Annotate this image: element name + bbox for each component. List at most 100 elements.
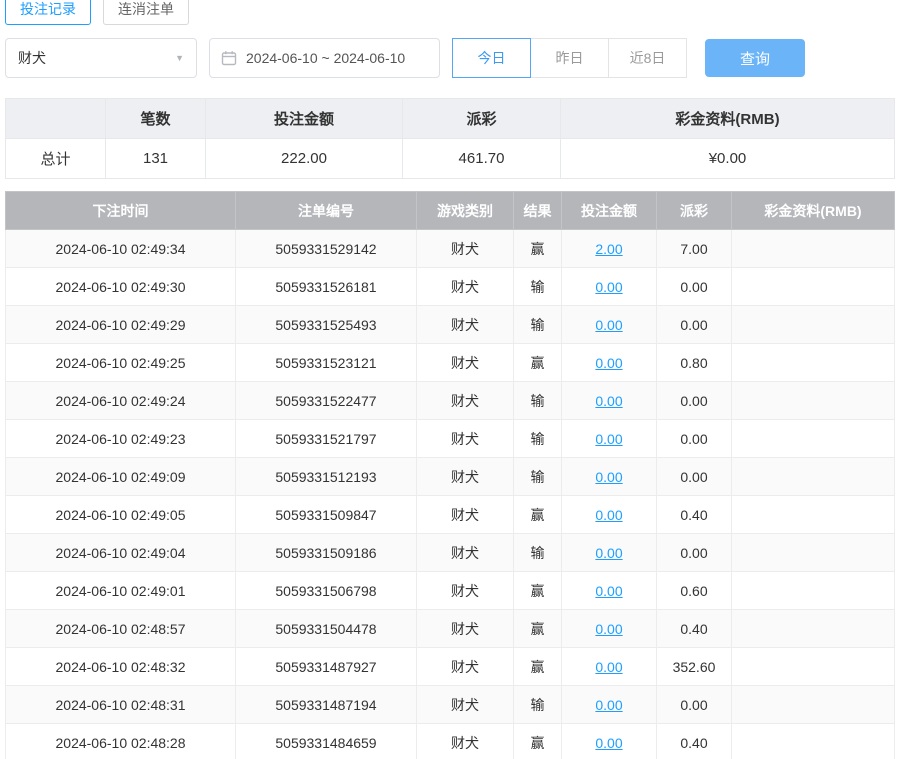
cell-game-type: 财犬 [417, 230, 514, 268]
table-row: 2024-06-10 02:49:34 5059331529142 财犬 赢 2… [6, 230, 895, 268]
cell-result: 输 [514, 382, 562, 420]
cell-bonus [732, 610, 895, 648]
quick-range-today[interactable]: 今日 [452, 38, 531, 78]
filter-bar: 财犬 ▼ 2024-06-10 ~ 2024-06-10 今日 昨日 近8日 查… [5, 38, 895, 78]
quick-range-yesterday[interactable]: 昨日 [530, 38, 609, 78]
cell-bonus [732, 268, 895, 306]
bet-amount-link[interactable]: 0.00 [595, 355, 622, 371]
cell-payout: 0.40 [657, 496, 732, 534]
summary-bet-amount-value: 222.00 [206, 139, 403, 179]
cell-order-number: 5059331525493 [236, 306, 417, 344]
table-row: 2024-06-10 02:49:23 5059331521797 财犬 输 0… [6, 420, 895, 458]
cell-order-number: 5059331509847 [236, 496, 417, 534]
cell-bonus [732, 686, 895, 724]
summary-header-payout: 派彩 [403, 99, 561, 139]
cell-bet-time: 2024-06-10 02:48:32 [6, 648, 236, 686]
cell-order-number: 5059331523121 [236, 344, 417, 382]
cell-bonus [732, 420, 895, 458]
summary-bonus-value: ¥0.00 [561, 139, 895, 179]
header-payout: 派彩 [657, 192, 732, 230]
game-select-value: 财犬 [18, 48, 46, 68]
bet-amount-link[interactable]: 0.00 [595, 431, 622, 447]
tab-betting-records[interactable]: 投注记录 [5, 0, 91, 25]
table-row: 2024-06-10 02:49:09 5059331512193 财犬 输 0… [6, 458, 895, 496]
cell-bet-time: 2024-06-10 02:49:01 [6, 572, 236, 610]
header-bonus: 彩金资料(RMB) [732, 192, 895, 230]
cell-order-number: 5059331522477 [236, 382, 417, 420]
quick-range-last8days[interactable]: 近8日 [608, 38, 687, 78]
cell-bet-time: 2024-06-10 02:49:29 [6, 306, 236, 344]
tab-bar: 投注记录 连消注单 [5, 0, 895, 25]
cell-bonus [732, 458, 895, 496]
cell-game-type: 财犬 [417, 724, 514, 759]
cell-payout: 0.00 [657, 382, 732, 420]
summary-header-bonus: 彩金资料(RMB) [561, 99, 895, 139]
bet-amount-link[interactable]: 0.00 [595, 469, 622, 485]
cell-bet-amount: 0.00 [562, 496, 657, 534]
bet-amount-link[interactable]: 2.00 [595, 241, 622, 257]
cell-bet-time: 2024-06-10 02:49:04 [6, 534, 236, 572]
summary-table: 笔数 投注金额 派彩 彩金资料(RMB) 总计 131 222.00 461.7… [5, 98, 895, 179]
cell-bonus [732, 306, 895, 344]
cell-order-number: 5059331529142 [236, 230, 417, 268]
cell-result: 赢 [514, 230, 562, 268]
summary-total-label: 总计 [6, 139, 106, 179]
table-row: 2024-06-10 02:48:32 5059331487927 财犬 赢 0… [6, 648, 895, 686]
records-header-row: 下注时间 注单编号 游戏类别 结果 投注金额 派彩 彩金资料(RMB) [6, 192, 895, 230]
cell-bet-amount: 0.00 [562, 306, 657, 344]
summary-total-row: 总计 131 222.00 461.70 ¥0.00 [6, 139, 895, 179]
cell-order-number: 5059331504478 [236, 610, 417, 648]
cell-bonus [732, 230, 895, 268]
bet-amount-link[interactable]: 0.00 [595, 317, 622, 333]
cell-order-number: 5059331484659 [236, 724, 417, 759]
bet-amount-link[interactable]: 0.00 [595, 659, 622, 675]
cell-bet-amount: 0.00 [562, 724, 657, 759]
cell-result: 赢 [514, 724, 562, 759]
cell-game-type: 财犬 [417, 306, 514, 344]
records-table: 下注时间 注单编号 游戏类别 结果 投注金额 派彩 彩金资料(RMB) 2024… [5, 191, 895, 759]
cell-result: 赢 [514, 572, 562, 610]
search-button[interactable]: 查询 [705, 39, 805, 77]
cell-bet-time: 2024-06-10 02:48:57 [6, 610, 236, 648]
header-bet-time: 下注时间 [6, 192, 236, 230]
cell-bet-amount: 0.00 [562, 458, 657, 496]
bet-amount-link[interactable]: 0.00 [595, 621, 622, 637]
date-range-value: 2024-06-10 ~ 2024-06-10 [246, 50, 405, 66]
cell-payout: 0.40 [657, 610, 732, 648]
chevron-down-icon: ▼ [175, 53, 184, 63]
table-row: 2024-06-10 02:49:29 5059331525493 财犬 输 0… [6, 306, 895, 344]
cell-game-type: 财犬 [417, 610, 514, 648]
cell-result: 输 [514, 458, 562, 496]
bet-amount-link[interactable]: 0.00 [595, 507, 622, 523]
cell-game-type: 财犬 [417, 420, 514, 458]
summary-payout-value: 461.70 [403, 139, 561, 179]
bet-amount-link[interactable]: 0.00 [595, 697, 622, 713]
cell-bet-amount: 2.00 [562, 230, 657, 268]
cell-bonus [732, 724, 895, 759]
table-row: 2024-06-10 02:49:01 5059331506798 财犬 赢 0… [6, 572, 895, 610]
cell-payout: 0.00 [657, 420, 732, 458]
cell-game-type: 财犬 [417, 382, 514, 420]
tab-cancelled-orders[interactable]: 连消注单 [103, 0, 189, 25]
cell-result: 输 [514, 686, 562, 724]
cell-bonus [732, 572, 895, 610]
bet-amount-link[interactable]: 0.00 [595, 735, 622, 751]
bet-amount-link[interactable]: 0.00 [595, 583, 622, 599]
cell-payout: 7.00 [657, 230, 732, 268]
table-row: 2024-06-10 02:48:57 5059331504478 财犬 赢 0… [6, 610, 895, 648]
date-range-picker[interactable]: 2024-06-10 ~ 2024-06-10 [209, 38, 440, 78]
summary-header-count: 笔数 [106, 99, 206, 139]
summary-header-bet-amount: 投注金额 [206, 99, 403, 139]
quick-range-group: 今日 昨日 近8日 [452, 38, 687, 78]
cell-order-number: 5059331487194 [236, 686, 417, 724]
cell-game-type: 财犬 [417, 458, 514, 496]
cell-order-number: 5059331512193 [236, 458, 417, 496]
cell-game-type: 财犬 [417, 534, 514, 572]
bet-amount-link[interactable]: 0.00 [595, 545, 622, 561]
bet-amount-link[interactable]: 0.00 [595, 393, 622, 409]
calendar-icon [221, 50, 237, 66]
table-row: 2024-06-10 02:49:24 5059331522477 财犬 输 0… [6, 382, 895, 420]
cell-payout: 0.40 [657, 724, 732, 759]
bet-amount-link[interactable]: 0.00 [595, 279, 622, 295]
game-select[interactable]: 财犬 ▼ [5, 38, 197, 78]
